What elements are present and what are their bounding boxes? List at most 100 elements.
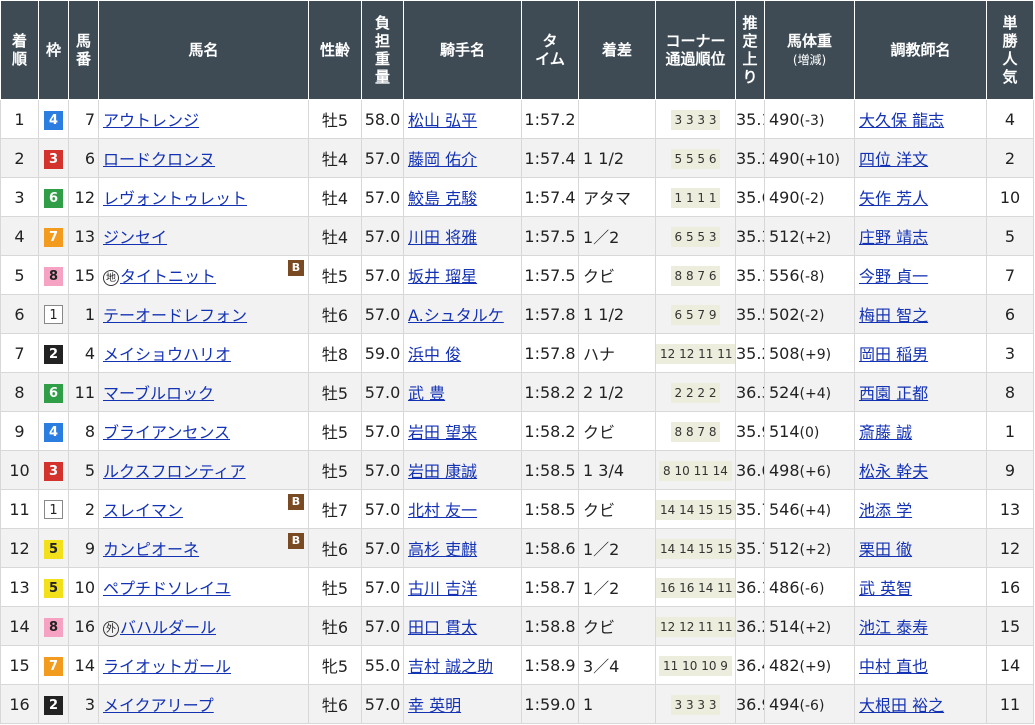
umaban-cell: 8 bbox=[68, 411, 99, 451]
waku-badge: 5 bbox=[44, 578, 63, 598]
trainer-link[interactable]: 梅田 智之 bbox=[859, 306, 928, 325]
waku-badge: 2 bbox=[44, 344, 63, 364]
horse-name-link[interactable]: マーブルロック bbox=[103, 384, 214, 403]
jockey-link[interactable]: 武 豊 bbox=[408, 384, 445, 403]
trainer-link[interactable]: 西園 正都 bbox=[859, 384, 928, 403]
jockey-link[interactable]: A.シュタルケ bbox=[408, 306, 504, 325]
trainer-cell: 栗田 徹 bbox=[854, 528, 987, 568]
jockey-cell: 武 豊 bbox=[403, 372, 522, 412]
weight-cell: 57.0 bbox=[361, 567, 404, 607]
body-weight-cell: 514(0) bbox=[764, 411, 855, 451]
horse-name-link[interactable]: ペプチドソレイユ bbox=[103, 579, 231, 598]
table-row: 5 8 15 地タイトニット B 牡5 57.0 坂井 瑠星 1:57.5 クビ … bbox=[0, 255, 1034, 295]
trainer-link[interactable]: 栗田 徹 bbox=[859, 540, 912, 559]
table-row: 1 4 7 アウトレンジ 牡5 58.0 松山 弘平 1:57.2 3 3 3 … bbox=[0, 99, 1034, 139]
header-body-weight: 馬体重 (増減) bbox=[764, 0, 855, 100]
horse-cell: ライオットガール bbox=[98, 645, 309, 685]
jockey-link[interactable]: 浜中 俊 bbox=[408, 345, 461, 364]
horse-name-link[interactable]: メイクアリープ bbox=[103, 696, 214, 715]
horse-name-link[interactable]: ライオットガール bbox=[103, 657, 231, 676]
jockey-link[interactable]: 川田 将雅 bbox=[408, 228, 477, 247]
trainer-link[interactable]: 武 英智 bbox=[859, 579, 912, 598]
jockey-link[interactable]: 鮫島 克駿 bbox=[408, 189, 477, 208]
jockey-link[interactable]: 古川 吉洋 bbox=[408, 579, 477, 598]
margin-cell: ハナ bbox=[578, 333, 656, 373]
horse-name-link[interactable]: ロードクロンヌ bbox=[103, 150, 215, 169]
corner-cell: 12 12 11 11 bbox=[655, 333, 736, 373]
trainer-link[interactable]: 大久保 龍志 bbox=[859, 111, 944, 130]
jockey-link[interactable]: 坂井 瑠星 bbox=[408, 267, 477, 286]
jockey-link[interactable]: 幸 英明 bbox=[408, 696, 461, 715]
umaban-cell: 1 bbox=[68, 294, 99, 334]
corner-positions: 2 2 2 2 bbox=[670, 382, 721, 403]
trainer-link[interactable]: 池江 泰寿 bbox=[859, 618, 928, 637]
umaban-cell: 16 bbox=[68, 606, 99, 646]
horse-name-link[interactable]: レヴォントゥレット bbox=[103, 189, 247, 208]
jockey-link[interactable]: 北村 友一 bbox=[408, 501, 477, 520]
trainer-link[interactable]: 岡田 稲男 bbox=[859, 345, 928, 364]
trainer-link[interactable]: 斎藤 誠 bbox=[859, 423, 912, 442]
origin-mark-icon: 外 bbox=[103, 621, 119, 637]
popularity-cell: 9 bbox=[986, 450, 1034, 490]
trainer-link[interactable]: 庄野 靖志 bbox=[859, 228, 928, 247]
jockey-link[interactable]: 松山 弘平 bbox=[408, 111, 477, 130]
horse-name-link[interactable]: ブライアンセンス bbox=[103, 423, 230, 442]
horse-name-link[interactable]: カンピオーネ bbox=[103, 540, 199, 559]
time-cell: 1:57.5 bbox=[521, 255, 579, 295]
horse-name-link[interactable]: アウトレンジ bbox=[103, 111, 199, 130]
rank-cell: 14 bbox=[0, 606, 39, 646]
corner-positions: 11 10 10 9 bbox=[659, 655, 732, 676]
race-result-table: 着順 枠 馬番 馬名 性齢 負担重量 騎手名 タイム 着差 コーナー 通過順位 推… bbox=[0, 0, 1034, 724]
margin-cell: クビ bbox=[578, 411, 656, 451]
jockey-cell: 岩田 康誠 bbox=[403, 450, 522, 490]
table-row: 7 2 4 メイショウハリオ 牡8 59.0 浜中 俊 1:57.8 ハナ 12… bbox=[0, 333, 1034, 373]
umaban-cell: 14 bbox=[68, 645, 99, 685]
trainer-link[interactable]: 松永 幹夫 bbox=[859, 462, 928, 481]
trainer-link[interactable]: 矢作 芳人 bbox=[859, 189, 928, 208]
jockey-link[interactable]: 岩田 望来 bbox=[408, 423, 477, 442]
body-weight-value: 508 bbox=[769, 343, 800, 363]
header-waku: 枠 bbox=[38, 0, 69, 100]
horse-name-link[interactable]: ジンセイ bbox=[103, 228, 167, 247]
corner-positions: 5 5 5 6 bbox=[670, 148, 721, 169]
header-corner: コーナー 通過順位 bbox=[655, 0, 736, 100]
horse-cell: ロードクロンヌ bbox=[98, 138, 309, 178]
waku-badge: 6 bbox=[44, 383, 63, 403]
body-weight-value: 502 bbox=[769, 304, 800, 324]
header-last3f-text: 推定上り bbox=[742, 14, 758, 86]
horse-name-link[interactable]: テーオードレフォン bbox=[103, 306, 247, 325]
weight-cell: 57.0 bbox=[361, 255, 404, 295]
waku-badge: 2 bbox=[44, 695, 63, 715]
header-time: タイム bbox=[521, 0, 579, 100]
horse-name-link[interactable]: メイショウハリオ bbox=[103, 345, 231, 364]
header-umaban: 馬番 bbox=[68, 0, 99, 100]
trainer-link[interactable]: 大根田 裕之 bbox=[859, 696, 944, 715]
horse-cell: マーブルロック bbox=[98, 372, 309, 412]
body-weight-cell: 482(+9) bbox=[764, 645, 855, 685]
horse-name-link[interactable]: タイトニット bbox=[120, 267, 216, 286]
trainer-link[interactable]: 四位 洋文 bbox=[859, 150, 928, 169]
trainer-link[interactable]: 中村 直也 bbox=[859, 657, 928, 676]
trainer-link[interactable]: 今野 貞一 bbox=[859, 267, 928, 286]
trainer-cell: 梅田 智之 bbox=[854, 294, 987, 334]
corner-positions: 14 14 15 15 bbox=[656, 538, 735, 559]
jockey-link[interactable]: 吉村 誠之助 bbox=[408, 657, 493, 676]
waku-cell: 4 bbox=[38, 411, 69, 451]
jockey-link[interactable]: 岩田 康誠 bbox=[408, 462, 477, 481]
jockey-link[interactable]: 高杉 吏麒 bbox=[408, 540, 477, 559]
trainer-link[interactable]: 池添 学 bbox=[859, 501, 912, 520]
trainer-cell: 大久保 龍志 bbox=[854, 99, 987, 139]
body-weight-cell: 502(-2) bbox=[764, 294, 855, 334]
table-row: 4 7 13 ジンセイ 牡4 57.0 川田 将雅 1:57.5 1／2 6 5… bbox=[0, 216, 1034, 256]
jockey-link[interactable]: 田口 貫太 bbox=[408, 618, 477, 637]
rank-cell: 16 bbox=[0, 684, 39, 724]
header-margin: 着差 bbox=[578, 0, 656, 100]
waku-cell: 8 bbox=[38, 606, 69, 646]
margin-cell: アタマ bbox=[578, 177, 656, 217]
horse-cell: ペプチドソレイユ bbox=[98, 567, 309, 607]
body-weight-cell: 490(-2) bbox=[764, 177, 855, 217]
horse-name-link[interactable]: スレイマン bbox=[103, 501, 183, 520]
jockey-link[interactable]: 藤岡 佑介 bbox=[408, 150, 477, 169]
horse-name-link[interactable]: バハルダール bbox=[120, 618, 216, 637]
horse-name-link[interactable]: ルクスフロンティア bbox=[103, 462, 246, 481]
